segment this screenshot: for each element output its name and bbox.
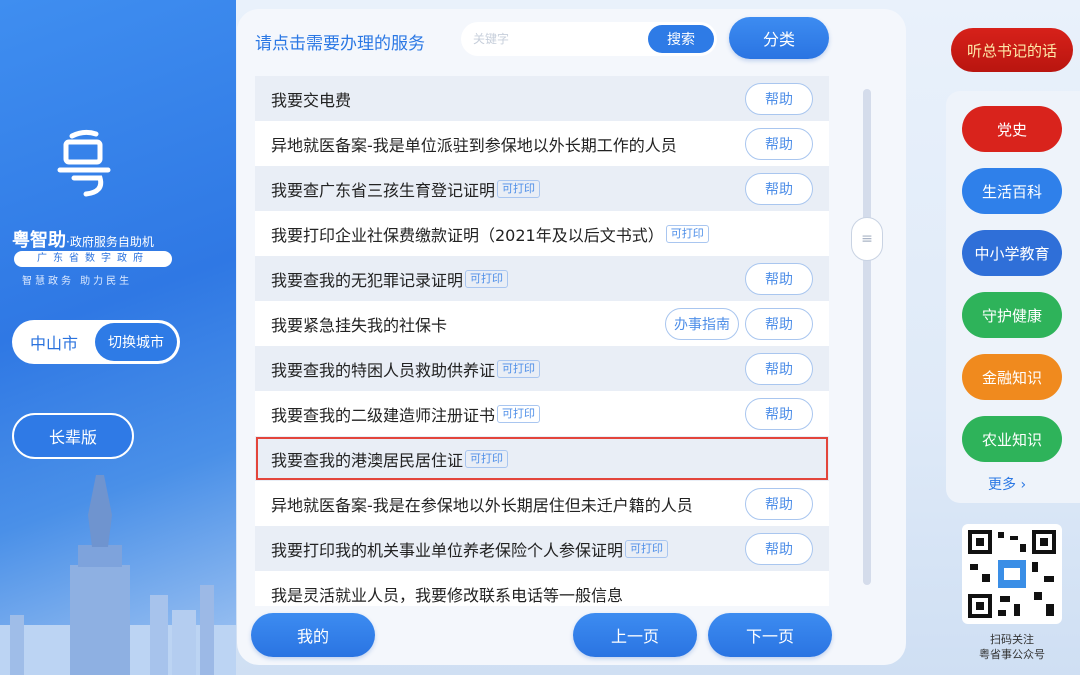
grip-icon: ≡ (861, 231, 873, 247)
prev-page-button[interactable]: 上一页 (573, 613, 697, 657)
service-panel: 请点击需要办理的服务 搜索 分类 我要交电费帮助异地就医备案-我是单位派驻到参保… (237, 9, 906, 665)
service-panel-header: 请点击需要办理的服务 搜索 分类 (237, 9, 906, 69)
service-row[interactable]: 我要交电费 帮助 (255, 76, 829, 121)
service-title: 我是灵活就业人员，我要修改联系电话等一般信息 (271, 585, 624, 605)
help-button[interactable]: 帮助 (745, 173, 813, 205)
service-title: 我要查我的无犯罪记录证明 (271, 270, 464, 290)
brand-title: 粤智助·政府服务自助机 (12, 226, 154, 252)
brand-slogan: 智慧政务 助力民生 (22, 276, 133, 287)
service-row[interactable]: 异地就医备案-我是单位派驻到参保地以外长期工作的人员 帮助 (255, 121, 829, 166)
search-box: 搜索 (461, 22, 717, 56)
service-prompt: 请点击需要办理的服务 (255, 34, 425, 54)
search-button[interactable]: 搜索 (648, 25, 714, 53)
service-row[interactable]: 我要查我的无犯罪记录证明 可打印 帮助 (255, 256, 829, 301)
service-row[interactable]: 我要紧急挂失我的社保卡 办事指南 帮助 (255, 301, 829, 346)
help-button[interactable]: 帮助 (745, 308, 813, 340)
guide-button[interactable]: 办事指南 (665, 308, 739, 340)
service-row[interactable]: 我要打印我的机关事业单位养老保险个人参保证明 可打印 帮助 (255, 526, 829, 571)
help-button[interactable]: 帮助 (745, 353, 813, 385)
category-button[interactable]: 分类 (729, 17, 829, 59)
left-panel: 粤智助·政府服务自助机 广东省数字政府 智慧政务 助力民生 中山市 切换城市 长… (0, 0, 236, 675)
service-row[interactable]: 异地就医备案-我是在参保地以外长期居住但未迁户籍的人员 帮助 (255, 481, 829, 526)
service-row[interactable]: 我要查我的二级建造师注册证书 可打印 帮助 (255, 391, 829, 436)
city-switcher: 中山市 切换城市 (12, 320, 180, 364)
service-title: 我要紧急挂失我的社保卡 (271, 315, 448, 335)
brand-province-bar: 广东省数字政府 (14, 251, 172, 267)
mine-button[interactable]: 我的 (251, 613, 375, 657)
printable-tag: 可打印 (465, 449, 509, 468)
printable-tag: 可打印 (465, 269, 509, 288)
printable-tag: 可打印 (497, 404, 541, 423)
service-title: 我要查广东省三孩生育登记证明 (271, 180, 496, 200)
brand-name: 粤智助 (12, 230, 66, 251)
printable-tag: 可打印 (497, 359, 541, 378)
service-row[interactable]: 我要查我的特困人员救助供养证 可打印 帮助 (255, 346, 829, 391)
brand-subtitle: ·政府服务自助机 (66, 235, 154, 249)
qr-caption-line-2: 粤省事公众号 (979, 648, 1045, 661)
side-menu-button[interactable]: 守护健康 (962, 292, 1062, 338)
help-button[interactable]: 帮助 (745, 128, 813, 160)
qr-code (962, 524, 1062, 624)
service-row[interactable]: 我是灵活就业人员，我要修改联系电话等一般信息 (255, 571, 829, 606)
service-list: 我要交电费 帮助 异地就医备案-我是单位派驻到参保地以外长期工作的人员 帮助 我要查广东… (255, 76, 829, 606)
service-title: 我要查我的特困人员救助供养证 (271, 360, 496, 380)
qr-caption: 扫码关注 粤省事公众号 (950, 632, 1074, 662)
side-menu-button[interactable]: 中小学教育 (962, 230, 1062, 276)
side-menu-button[interactable]: 农业知识 (962, 416, 1062, 462)
side-menu: 党史生活百科中小学教育守护健康金融知识农业知识 更多 › (946, 91, 1080, 503)
current-city: 中山市 (29, 334, 78, 353)
service-title: 异地就医备案-我是在参保地以外长期居住但未迁户籍的人员 (271, 495, 693, 515)
listen-to-secretary-button[interactable]: 听总书记的话 (951, 28, 1073, 72)
more-link[interactable]: 更多 › (988, 474, 1026, 494)
side-menu-button[interactable]: 生活百科 (962, 168, 1062, 214)
help-button[interactable]: 帮助 (745, 83, 813, 115)
scrollbar[interactable]: ≡ (851, 89, 883, 585)
help-button[interactable]: 帮助 (745, 263, 813, 295)
service-title: 我要打印企业社保费缴款证明（2021年及以后文书式） (271, 225, 664, 245)
printable-tag: 可打印 (665, 224, 709, 243)
printable-tag: 可打印 (625, 539, 669, 558)
service-title: 异地就医备案-我是单位派驻到参保地以外长期工作的人员 (271, 135, 677, 155)
yue-logo-icon (57, 129, 111, 197)
help-button[interactable]: 帮助 (745, 533, 813, 565)
qr-code-icon (968, 530, 1056, 618)
printable-tag: 可打印 (497, 179, 541, 198)
help-button[interactable]: 帮助 (745, 488, 813, 520)
next-page-button[interactable]: 下一页 (708, 613, 832, 657)
service-title: 我要打印我的机关事业单位养老保险个人参保证明 (271, 540, 624, 560)
service-title: 我要查我的二级建造师注册证书 (271, 405, 496, 425)
service-title: 我要查我的港澳居民居住证 (271, 450, 464, 470)
side-menu-button[interactable]: 党史 (962, 106, 1062, 152)
help-button[interactable]: 帮助 (745, 398, 813, 430)
switch-city-button[interactable]: 切换城市 (95, 323, 177, 361)
service-row[interactable]: 我要查广东省三孩生育登记证明 可打印 帮助 (255, 166, 829, 211)
elder-mode-button[interactable]: 长辈版 (12, 413, 134, 459)
qr-caption-line-1: 扫码关注 (990, 633, 1034, 646)
search-input[interactable] (473, 29, 633, 49)
cityscape-illustration (0, 475, 236, 675)
service-row[interactable]: 我要打印企业社保费缴款证明（2021年及以后文书式） 可打印 (255, 211, 829, 256)
side-menu-button[interactable]: 金融知识 (962, 354, 1062, 400)
service-row[interactable]: 我要查我的港澳居民居住证 可打印 (255, 436, 829, 481)
scroll-thumb[interactable]: ≡ (851, 217, 883, 261)
service-title: 我要交电费 (271, 90, 352, 110)
